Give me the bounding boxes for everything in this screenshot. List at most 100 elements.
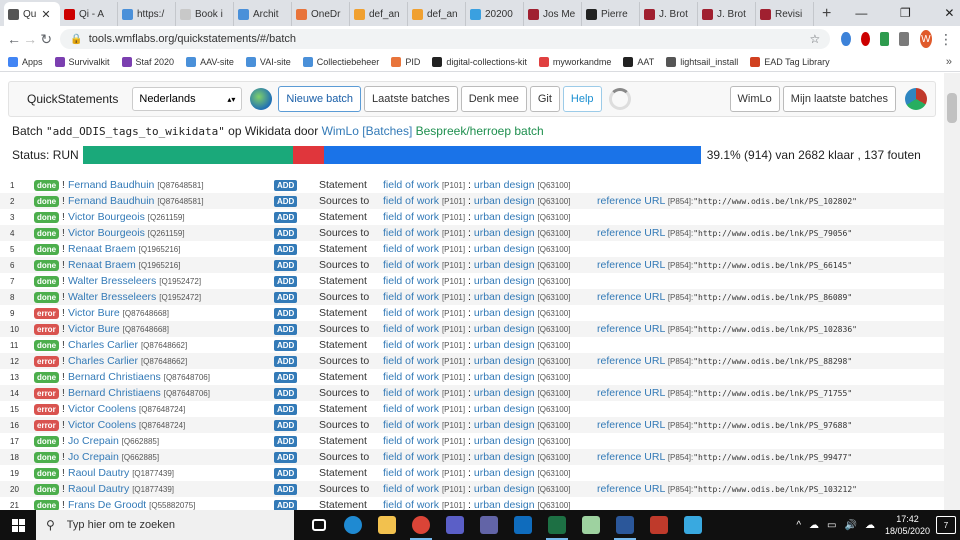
new-batch-button[interactable]: Nieuwe batch xyxy=(278,86,362,112)
last-batches-button[interactable]: Laatste batches xyxy=(364,86,458,112)
item-link[interactable]: Jo Crepain xyxy=(68,435,119,447)
outlook-icon[interactable] xyxy=(506,510,540,540)
reference-link[interactable]: reference URL xyxy=(597,227,665,239)
value-link[interactable]: urban design xyxy=(474,307,535,319)
property-link[interactable]: field of work xyxy=(383,291,439,303)
browser-tab[interactable]: def_an xyxy=(408,2,466,26)
extension-icon-2[interactable] xyxy=(860,32,871,46)
reference-link[interactable]: reference URL xyxy=(597,355,665,367)
browser-tab[interactable]: J. Brot xyxy=(640,2,698,26)
cloud-icon[interactable]: ☁ xyxy=(865,520,875,531)
forward-icon[interactable]: → xyxy=(22,31,38,47)
task-view-icon[interactable] xyxy=(302,510,336,540)
item-link[interactable]: Renaat Braem xyxy=(68,243,136,255)
extensions-puzzle-icon[interactable] xyxy=(899,32,909,46)
property-link[interactable]: field of work xyxy=(383,179,439,191)
browser-tab[interactable]: J. Brot xyxy=(698,2,756,26)
browser-tab[interactable]: Book i xyxy=(176,2,234,26)
value-link[interactable]: urban design xyxy=(474,387,535,399)
taskbar-clock[interactable]: 17:42 18/05/2020 xyxy=(885,513,930,537)
browser-tab[interactable]: Qi - A xyxy=(60,2,118,26)
bookmark-item[interactable]: lightsail_install xyxy=(666,56,738,67)
globe-icon[interactable] xyxy=(250,88,273,110)
reference-link[interactable]: reference URL xyxy=(597,259,665,271)
batches-link[interactable]: [Batches] xyxy=(362,124,412,138)
value-link[interactable]: urban design xyxy=(474,403,535,415)
bookmark-item[interactable]: myworkandme xyxy=(538,56,611,67)
teams-icon[interactable] xyxy=(438,510,472,540)
menu-kebab-icon[interactable]: ⋮ xyxy=(938,31,954,48)
value-link[interactable]: urban design xyxy=(474,211,535,223)
bookmarks-overflow-button[interactable]: » xyxy=(946,56,952,68)
property-link[interactable]: field of work xyxy=(383,195,439,207)
bookmark-item[interactable]: digital-collections-kit xyxy=(432,56,527,67)
value-link[interactable]: urban design xyxy=(474,483,535,495)
tray-overflow-icon[interactable]: ^ xyxy=(796,520,801,531)
discuss-batch-link[interactable]: Bespreek/herroep batch xyxy=(416,124,544,138)
reload-icon[interactable]: ↻ xyxy=(38,31,54,48)
item-link[interactable]: Raoul Dautry xyxy=(68,467,129,479)
item-link[interactable]: Raoul Dautry xyxy=(68,483,129,495)
reference-link[interactable]: reference URL xyxy=(597,451,665,463)
scrollbar-thumb[interactable] xyxy=(947,93,957,123)
value-link[interactable]: urban design xyxy=(474,467,535,479)
bookmark-item[interactable]: VAI-site xyxy=(245,56,291,67)
item-link[interactable]: Fernand Baudhuin xyxy=(68,179,154,191)
filezilla-icon[interactable] xyxy=(642,510,676,540)
reference-link[interactable]: reference URL xyxy=(597,323,665,335)
notification-center-icon[interactable]: 7 xyxy=(936,516,956,534)
browser-tab[interactable]: https:/ xyxy=(118,2,176,26)
value-link[interactable]: urban design xyxy=(474,243,535,255)
browser-tab[interactable]: Revisi xyxy=(756,2,814,26)
item-link[interactable]: Bernard Christiaens xyxy=(68,371,161,383)
browser-tab[interactable]: 20200 xyxy=(466,2,524,26)
think-along-button[interactable]: Denk mee xyxy=(460,86,527,112)
value-link[interactable]: urban design xyxy=(474,195,535,207)
file-explorer-icon[interactable] xyxy=(370,510,404,540)
app-brand[interactable]: QuickStatements xyxy=(27,92,118,106)
lock-icon[interactable]: 🔒 xyxy=(70,34,82,45)
extension-icon-3[interactable] xyxy=(880,32,890,46)
property-link[interactable]: field of work xyxy=(383,403,439,415)
user-button[interactable]: WimLo xyxy=(729,86,780,112)
value-link[interactable]: urban design xyxy=(474,499,535,510)
item-link[interactable]: Walter Bresseleers xyxy=(68,291,156,303)
property-link[interactable]: field of work xyxy=(383,211,439,223)
bookmark-item[interactable]: Collectiebeheer xyxy=(302,56,379,67)
property-link[interactable]: field of work xyxy=(383,483,439,495)
profile-avatar[interactable]: W xyxy=(919,30,932,48)
value-link[interactable]: urban design xyxy=(474,435,535,447)
edge-icon[interactable] xyxy=(336,510,370,540)
item-link[interactable]: Victor Bourgeois xyxy=(68,211,145,223)
item-link[interactable]: Renaat Braem xyxy=(68,259,136,271)
value-link[interactable]: urban design xyxy=(474,371,535,383)
value-link[interactable]: urban design xyxy=(474,323,535,335)
reference-link[interactable]: reference URL xyxy=(597,483,665,495)
item-link[interactable]: Victor Coolens xyxy=(68,419,136,431)
address-bar[interactable]: 🔒 tools.wmflabs.org/quickstatements/#/ba… xyxy=(60,29,831,49)
back-icon[interactable]: ← xyxy=(6,31,22,47)
value-link[interactable]: urban design xyxy=(474,339,535,351)
property-link[interactable]: field of work xyxy=(383,275,439,287)
browser-tab[interactable]: OneDr xyxy=(292,2,350,26)
item-link[interactable]: Victor Bure xyxy=(68,307,120,319)
item-link[interactable]: Victor Bourgeois xyxy=(68,227,145,239)
minimize-button[interactable]: — xyxy=(839,6,883,20)
property-link[interactable]: field of work xyxy=(383,243,439,255)
onedrive-icon[interactable]: ☁ xyxy=(809,520,819,531)
wikimedia-logo-icon[interactable] xyxy=(905,88,927,110)
browser-tab[interactable]: def_an xyxy=(350,2,408,26)
reference-link[interactable]: reference URL xyxy=(597,195,665,207)
notepad-icon[interactable] xyxy=(574,510,608,540)
page-scrollbar[interactable] xyxy=(944,73,960,510)
property-link[interactable]: field of work xyxy=(383,419,439,431)
excel-icon[interactable] xyxy=(540,510,574,540)
help-button[interactable]: Help xyxy=(562,86,602,112)
property-link[interactable]: field of work xyxy=(383,259,439,271)
word-icon[interactable] xyxy=(608,510,642,540)
property-link[interactable]: field of work xyxy=(383,371,439,383)
item-link[interactable]: Victor Bure xyxy=(68,323,120,335)
windows-start-icon[interactable] xyxy=(0,510,36,540)
battery-icon[interactable]: ▭ xyxy=(827,520,836,531)
reference-link[interactable]: reference URL xyxy=(597,291,665,303)
